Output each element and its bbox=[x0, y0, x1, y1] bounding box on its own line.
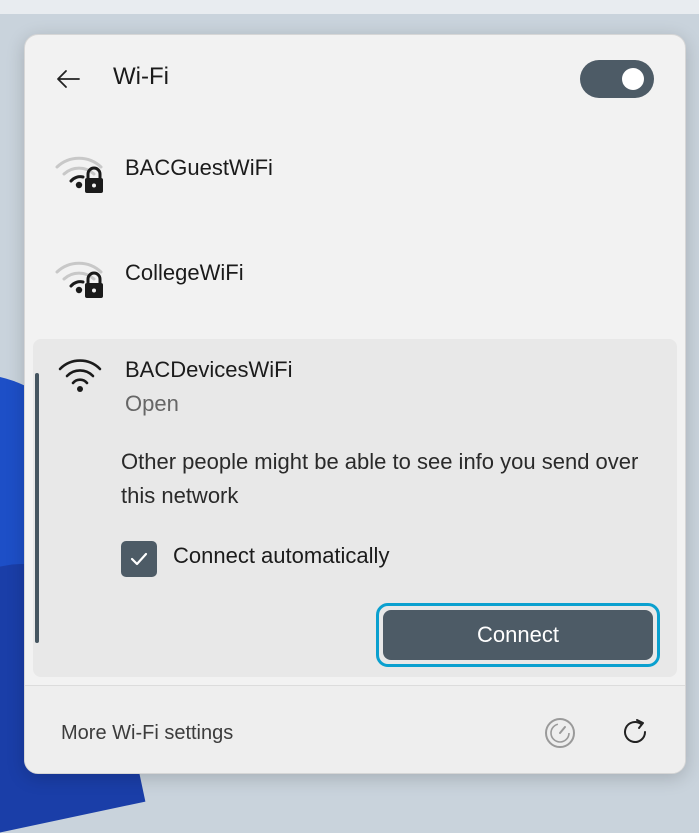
network-name: CollegeWiFi bbox=[125, 260, 244, 285]
security-warning: Other people might be able to see info y… bbox=[121, 449, 639, 508]
more-wifi-settings-link[interactable]: More Wi-Fi settings bbox=[61, 722, 233, 745]
selection-indicator bbox=[35, 373, 39, 643]
wifi-icon bbox=[58, 359, 102, 392]
wifi-header: Wi-Fi bbox=[25, 35, 685, 125]
toggle-knob bbox=[622, 68, 644, 90]
page-title: Wi-Fi bbox=[113, 63, 169, 90]
network-status: Open bbox=[125, 391, 179, 416]
network-item-bacdeviceswifi: BACDevicesWiFi Open Other people might b… bbox=[33, 339, 677, 677]
connect-focus-ring: Connect bbox=[376, 603, 660, 667]
wifi-toggle[interactable] bbox=[580, 60, 654, 98]
connect-automatically-label[interactable]: Connect automatically bbox=[173, 543, 389, 569]
connect-button[interactable]: Connect bbox=[383, 610, 653, 660]
arrow-left-icon bbox=[57, 70, 80, 88]
network-name: BACGuestWiFi bbox=[125, 155, 273, 180]
network-item-bacguestwifi[interactable]: BACGuestWiFi bbox=[33, 125, 677, 225]
wifi-lock-icon bbox=[55, 261, 103, 298]
network-item-collegewifi[interactable]: CollegeWiFi bbox=[33, 230, 677, 330]
desktop-top-strip bbox=[0, 0, 699, 14]
wifi-flyout-panel: Wi-Fi BACGuestWiFi CollegeWiFi BACDevice… bbox=[24, 34, 686, 774]
flyout-footer: More Wi-Fi settings bbox=[25, 685, 685, 773]
wifi-lock-icon bbox=[55, 156, 103, 193]
connect-automatically-checkbox[interactable] bbox=[121, 541, 157, 577]
back-button[interactable] bbox=[47, 61, 89, 97]
checkmark-icon bbox=[130, 552, 148, 566]
refresh-icon[interactable] bbox=[617, 714, 653, 750]
gauge-icon bbox=[545, 718, 575, 748]
network-name: BACDevicesWiFi bbox=[125, 357, 293, 382]
